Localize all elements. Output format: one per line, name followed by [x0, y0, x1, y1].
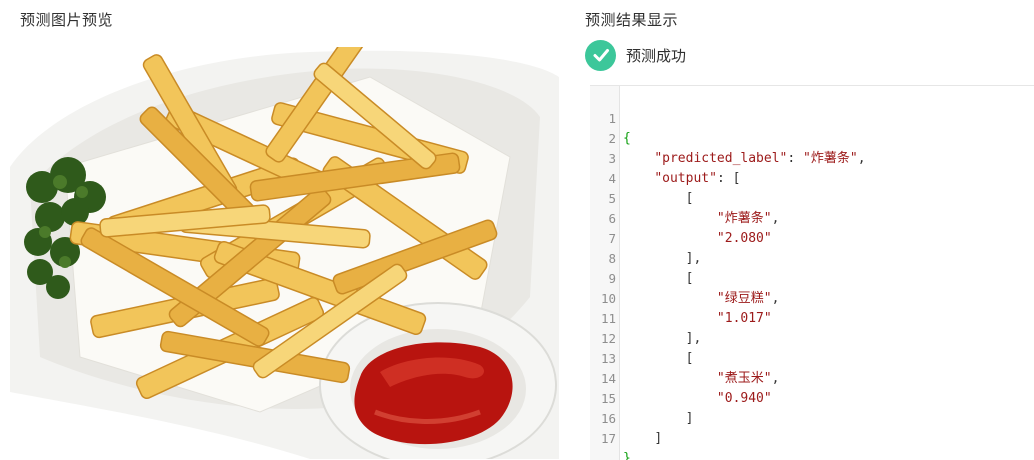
code-line: 2 "predicted_label": "炸薯条",: [590, 109, 865, 166]
json-value: "1.017": [716, 311, 772, 326]
prediction-status: 预测成功: [585, 39, 686, 71]
code-line: 11 ],: [590, 289, 701, 346]
json-value: "炸薯条": [803, 151, 858, 166]
code-line: 16 ]: [590, 389, 662, 446]
preview-image: [10, 47, 559, 459]
code-line: 10 "1.017": [590, 269, 772, 326]
code-line: 7 ],: [590, 209, 701, 266]
check-circle-icon: [585, 39, 616, 71]
code-line: 4 [: [590, 149, 693, 206]
code-line: 14 "0.940": [590, 349, 772, 406]
preview-panel-title: 预测图片预览: [20, 11, 114, 29]
code-line: 3 "output": [: [590, 129, 740, 186]
json-code-viewer[interactable]: 1 { 2 "predicted_label": "炸薯条", 3 "outpu…: [590, 85, 1034, 460]
json-value: "2.080": [716, 231, 772, 246]
status-text: 预测成功: [626, 46, 687, 65]
code-line: 9 "绿豆糕",: [590, 249, 779, 306]
json-key: "predicted_label": [654, 151, 788, 166]
result-panel-title: 预测结果显示: [585, 11, 679, 29]
code-line: 13 "煮玉米",: [590, 329, 779, 386]
code-line: 17 }: [590, 409, 631, 460]
code-line: 6 "2.080": [590, 189, 771, 246]
json-value: "绿豆糕": [716, 291, 772, 306]
json-value: "0.940": [716, 391, 772, 406]
json-key: "output": [654, 171, 717, 186]
code-line: 12 [: [590, 309, 694, 366]
json-value: "炸薯条": [716, 211, 772, 226]
json-value: "煮玉米": [716, 371, 772, 386]
json-brace: {: [623, 131, 631, 146]
code-line: 1 {: [590, 89, 630, 146]
code-line: 8 [: [590, 229, 693, 286]
code-line: 5 "炸薯条",: [590, 169, 779, 226]
line-number: 17: [600, 431, 616, 446]
code-line: 15 ]: [590, 369, 694, 426]
